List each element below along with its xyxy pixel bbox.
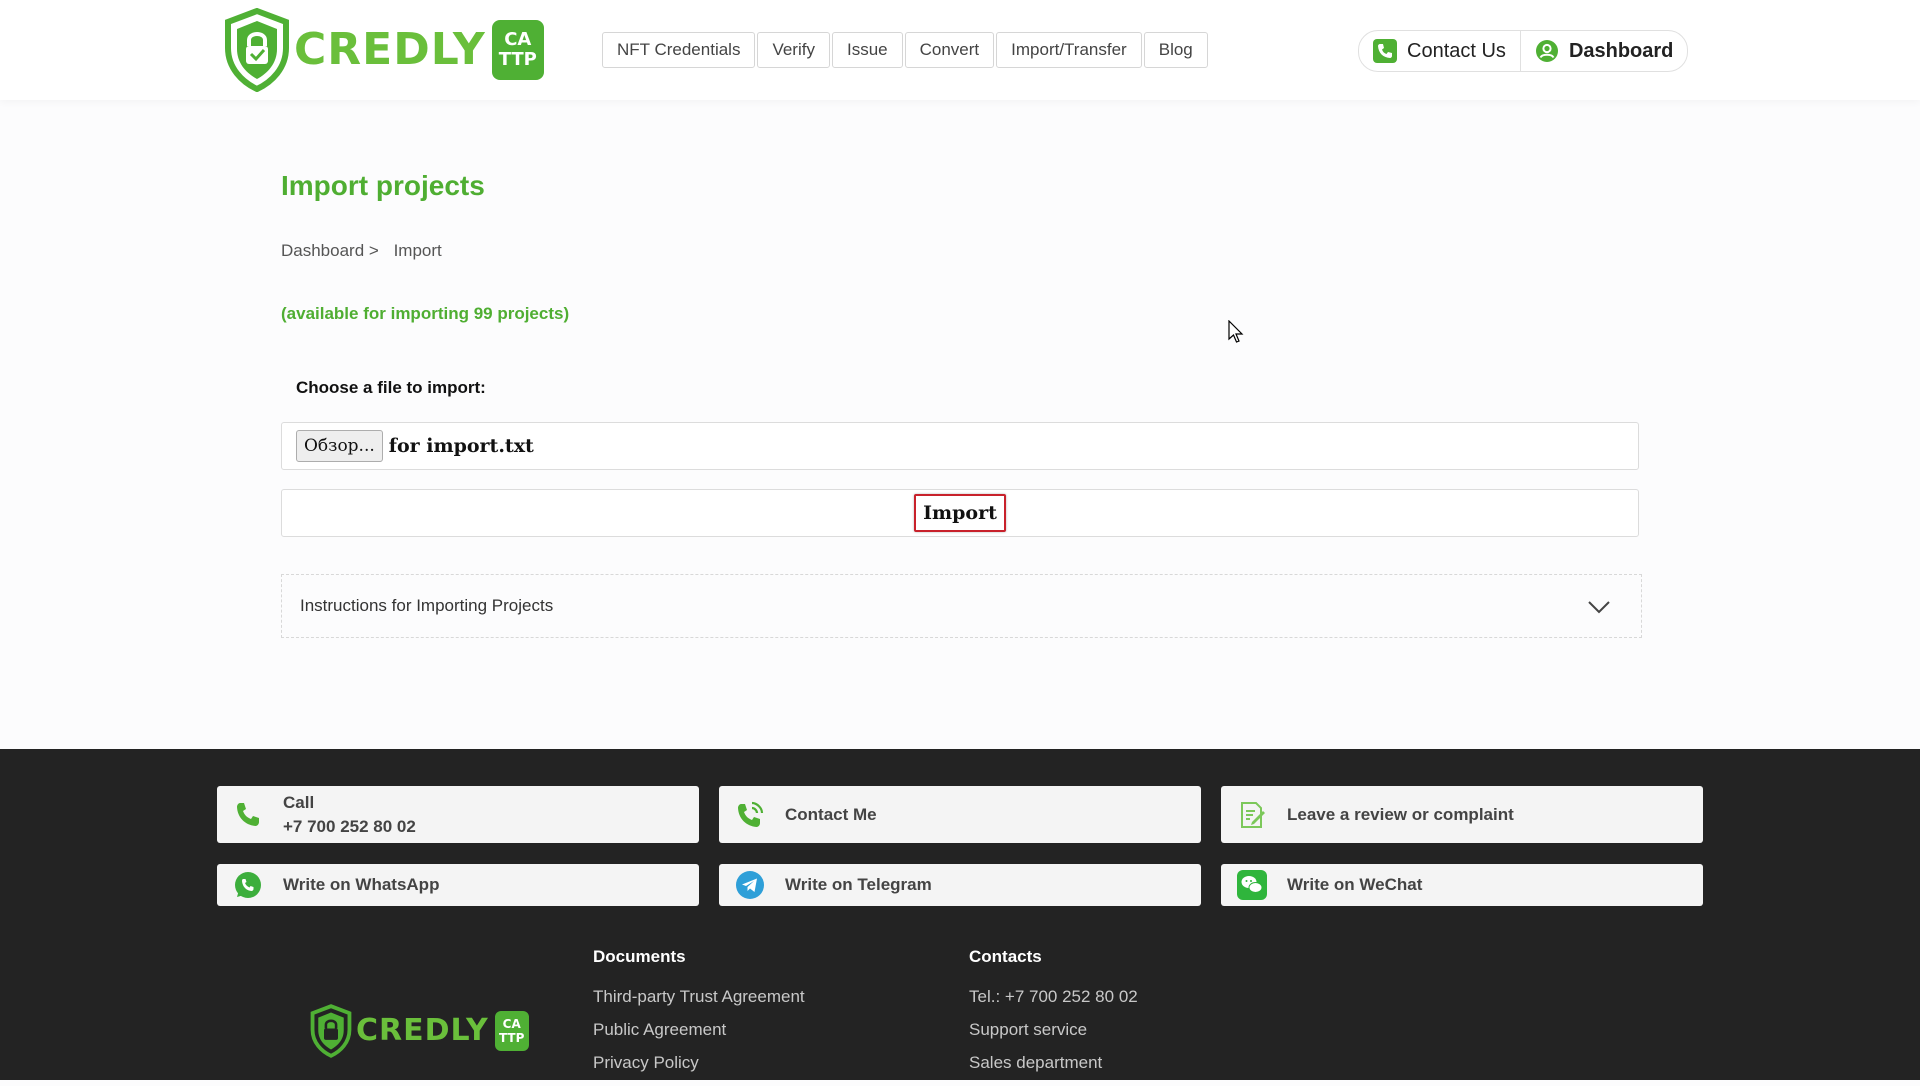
shield-check-icon — [225, 8, 289, 92]
whatsapp-label: Write on WhatsApp — [283, 875, 440, 894]
trust-agreement-link[interactable]: Third-party Trust Agreement — [593, 987, 805, 1007]
browse-button[interactable]: Обзор... — [296, 430, 383, 462]
instructions-label: Instructions for Importing Projects — [300, 596, 554, 615]
dashboard-button[interactable]: Dashboard — [1519, 31, 1687, 71]
site-header: CREDLY CA TTP NFT Credentials Verify Iss… — [0, 0, 1920, 100]
mouse-cursor-icon — [1228, 320, 1244, 343]
breadcrumb: Dashboard > Import — [281, 241, 452, 261]
selected-file-name: for import.txt — [388, 435, 534, 457]
call-button[interactable]: Call +7 700 252 80 02 — [217, 786, 699, 843]
contact-me-label: Contact Me — [785, 804, 877, 824]
choose-file-label: Choose a file to import: — [296, 378, 486, 397]
contact-us-button[interactable]: Contact Us — [1359, 31, 1520, 71]
nav-blog[interactable]: Blog — [1143, 32, 1208, 68]
nav-issue[interactable]: Issue — [831, 32, 903, 68]
page-title: Import projects — [281, 170, 485, 201]
breadcrumb-dashboard-link[interactable]: Dashboard > — [281, 241, 379, 260]
contact-me-button[interactable]: Contact Me — [719, 786, 1201, 843]
site-logo[interactable]: CREDLY CA TTP — [224, 8, 544, 92]
import-row: Import — [281, 489, 1639, 537]
documents-heading: Documents — [593, 947, 686, 966]
telegram-icon — [736, 871, 764, 899]
import-button[interactable]: Import — [914, 494, 1006, 532]
nav-nft-credentials[interactable]: NFT Credentials — [602, 32, 756, 68]
footer-documents: Documents Third-party Trust Agreement Pu… — [593, 947, 805, 1086]
review-label: Leave a review or complaint — [1287, 804, 1514, 824]
nav-verify[interactable]: Verify — [757, 32, 830, 68]
footer-logo-wordmark: CREDLY — [356, 1013, 489, 1048]
whatsapp-button[interactable]: Write on WhatsApp — [217, 864, 699, 906]
logo-badge: CA TTP — [491, 20, 544, 80]
support-service-link[interactable]: Support service — [969, 1020, 1138, 1040]
phone-callback-icon — [738, 801, 764, 827]
user-icon — [1535, 40, 1558, 62]
import-availability-note: (available for importing 99 projects) — [281, 304, 570, 323]
phone-icon — [1373, 39, 1397, 63]
chevron-down-icon — [1588, 601, 1610, 614]
logo-wordmark: CREDLY — [294, 24, 486, 75]
review-button[interactable]: Leave a review or complaint — [1221, 786, 1703, 843]
contacts-heading: Contacts — [969, 947, 1042, 966]
footer-logo-badge: CA TTP — [494, 1011, 529, 1051]
shield-check-icon — [310, 1004, 352, 1058]
nav-convert[interactable]: Convert — [904, 32, 995, 68]
privacy-policy-link[interactable]: Privacy Policy — [593, 1053, 805, 1073]
breadcrumb-current: Import — [393, 241, 442, 260]
header-actions: Contact Us Dashboard — [1358, 30, 1689, 72]
footer-contacts: Contacts Tel.: +7 700 252 80 02 Support … — [969, 947, 1138, 1086]
call-label: Call — [283, 792, 315, 812]
sales-department-link[interactable]: Sales department — [969, 1053, 1138, 1073]
public-agreement-link[interactable]: Public Agreement — [593, 1020, 805, 1040]
main-nav: NFT Credentials Verify Issue Convert Imp… — [602, 32, 1208, 68]
instructions-accordion[interactable]: Instructions for Importing Projects — [281, 574, 1642, 638]
wechat-button[interactable]: Write on WeChat — [1221, 864, 1703, 906]
file-input-row: Обзор... for import.txt — [281, 422, 1639, 470]
nav-import-transfer[interactable]: Import/Transfer — [996, 32, 1142, 68]
wechat-icon — [1237, 870, 1267, 900]
whatsapp-icon — [235, 872, 261, 898]
tel-link[interactable]: Tel.: +7 700 252 80 02 — [969, 987, 1138, 1007]
telegram-label: Write on Telegram — [785, 875, 932, 894]
call-phone: +7 700 252 80 02 — [283, 816, 416, 836]
telegram-button[interactable]: Write on Telegram — [719, 864, 1201, 906]
phone-icon — [237, 802, 259, 826]
footer-logo[interactable]: CREDLY CA TTP — [310, 1004, 529, 1058]
review-icon — [1241, 801, 1265, 828]
wechat-label: Write on WeChat — [1287, 875, 1423, 894]
site-footer: Call +7 700 252 80 02 Contact Me Leave a… — [0, 749, 1920, 1080]
